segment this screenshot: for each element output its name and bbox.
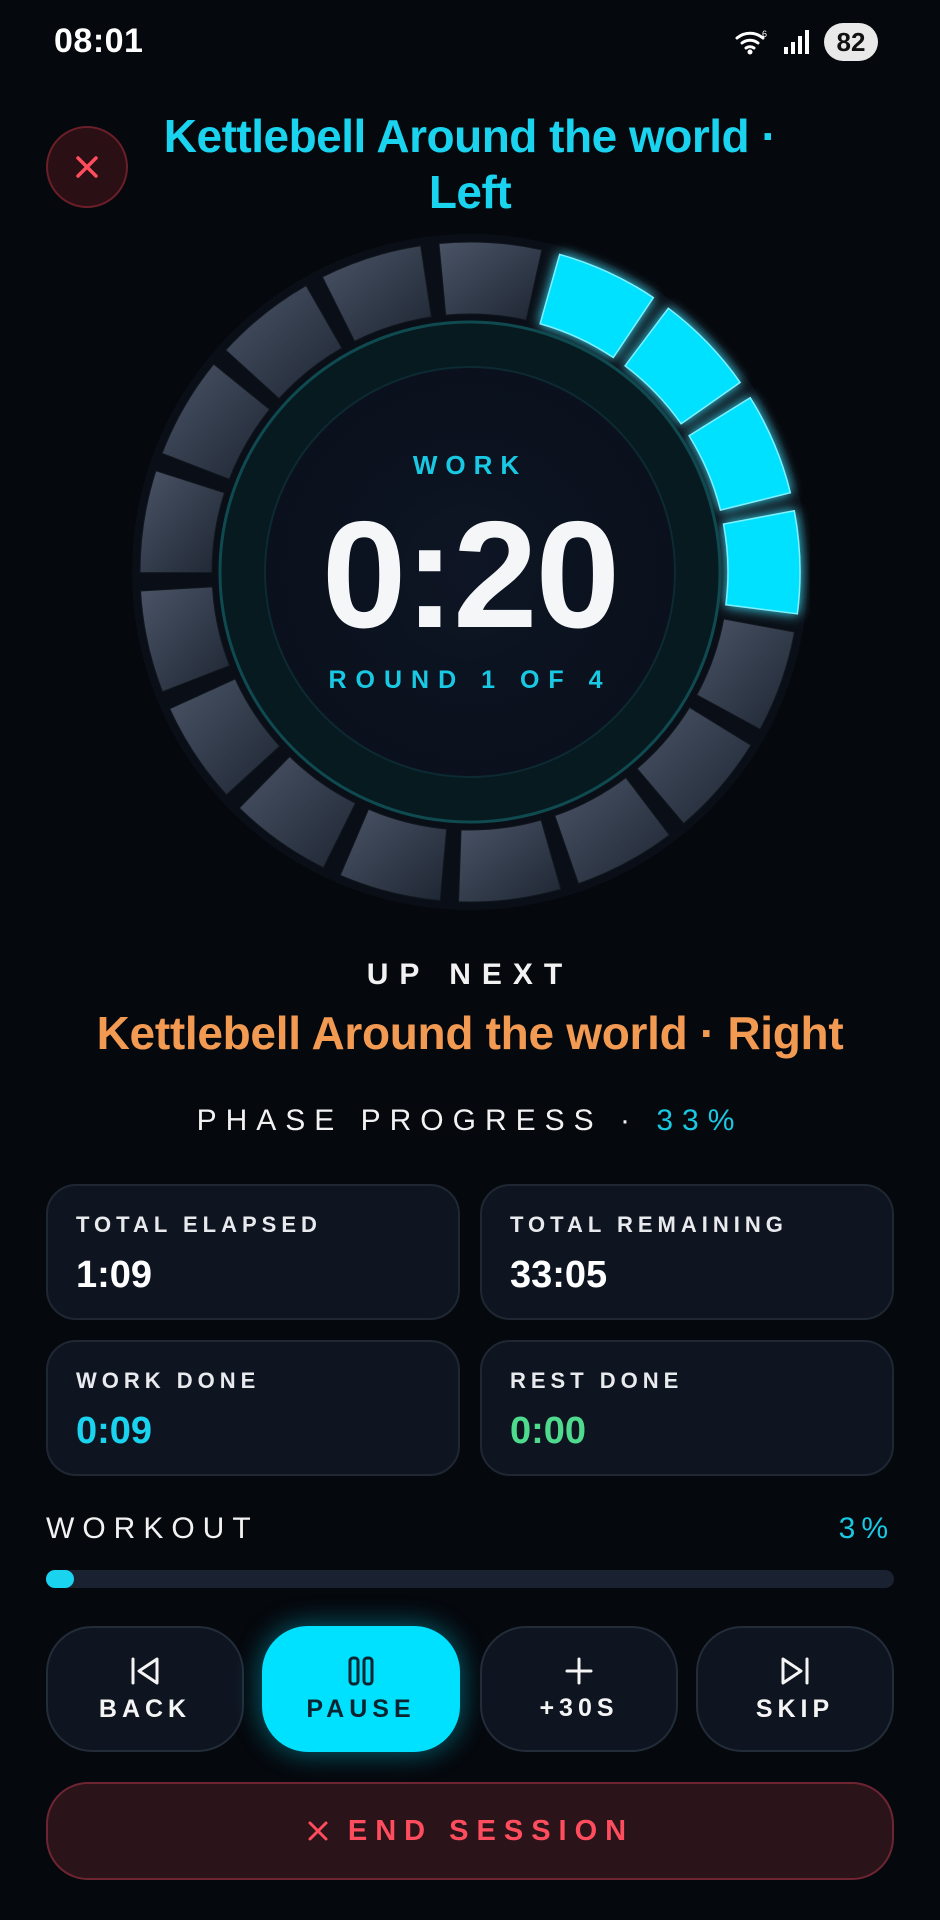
skip-forward-icon [781, 1657, 809, 1684]
status-bar: 08:01 6 82 [0, 0, 940, 84]
round-indicator: ROUND 1 OF 4 [328, 666, 612, 694]
dial-center: WORK 0:20 ROUND 1 OF 4 [130, 232, 810, 912]
pause-icon [348, 1656, 374, 1685]
phase-progress-percent: 33% [656, 1104, 744, 1137]
skip-label: SKIP [755, 1694, 835, 1723]
stat-label: REST DONE [510, 1368, 684, 1393]
back-button[interactable]: BACK [46, 1626, 244, 1752]
phase-progress-label: PHASE PROGRESS [196, 1104, 603, 1137]
svg-text:6: 6 [762, 29, 767, 39]
workout-progress-percent: 3% [838, 1512, 894, 1545]
phase-progress: PHASE PROGRESS · 33% [0, 1104, 940, 1138]
stat-total-elapsed: TOTAL ELAPSED 1:09 [46, 1184, 460, 1320]
phase-label: WORK [412, 450, 528, 480]
close-icon [76, 156, 98, 178]
stat-label: TOTAL REMAINING [510, 1212, 788, 1237]
close-icon [308, 1821, 328, 1841]
stat-label: TOTAL ELAPSED [76, 1212, 322, 1237]
timer-dial: WORK 0:20 ROUND 1 OF 4 [130, 232, 810, 912]
end-session-label: END SESSION [347, 1814, 635, 1847]
timer-countdown: 0:20 [321, 490, 620, 660]
workout-progress-label: WORKOUT [46, 1512, 259, 1545]
up-next-label: UP NEXT [366, 958, 574, 991]
skip-button[interactable]: SKIP [696, 1626, 894, 1752]
workout-progress-bar [46, 1570, 894, 1588]
status-time: 08:01 [54, 22, 144, 60]
stat-value: 0:00 [510, 1410, 587, 1452]
pause-button[interactable]: PAUSE [262, 1626, 460, 1752]
skip-back-icon [131, 1657, 159, 1684]
stat-work-done: WORK DONE 0:09 [46, 1340, 460, 1476]
workout-timer-screen: 08:01 6 82 Kettlebell Around the world ·… [0, 0, 940, 1920]
wifi-icon: 6 [735, 29, 767, 55]
stat-label: WORK DONE [76, 1368, 261, 1393]
pause-label: PAUSE [306, 1694, 416, 1723]
close-button[interactable] [46, 126, 128, 208]
phase-progress-separator: · [620, 1104, 640, 1137]
end-session-button[interactable]: END SESSION [46, 1782, 894, 1880]
plus-icon [565, 1657, 593, 1684]
stat-total-remaining: TOTAL REMAINING 33:05 [480, 1184, 894, 1320]
add-30s-label: +30S [539, 1693, 619, 1722]
signal-icon [784, 30, 809, 54]
stat-value: 33:05 [510, 1254, 608, 1296]
stat-value: 0:09 [76, 1410, 153, 1452]
back-label: BACK [98, 1694, 192, 1723]
stat-value: 1:09 [76, 1254, 153, 1296]
status-icons: 6 82 [734, 22, 878, 62]
stat-rest-done: REST DONE 0:00 [480, 1340, 894, 1476]
workout-progress-fill [46, 1570, 74, 1588]
add-30s-button[interactable]: +30S [480, 1626, 678, 1752]
up-next-exercise: Kettlebell Around the world · Right [96, 1007, 844, 1059]
battery-badge: 82 [824, 23, 878, 61]
exercise-title: Kettlebell Around the world · Left [163, 110, 777, 218]
